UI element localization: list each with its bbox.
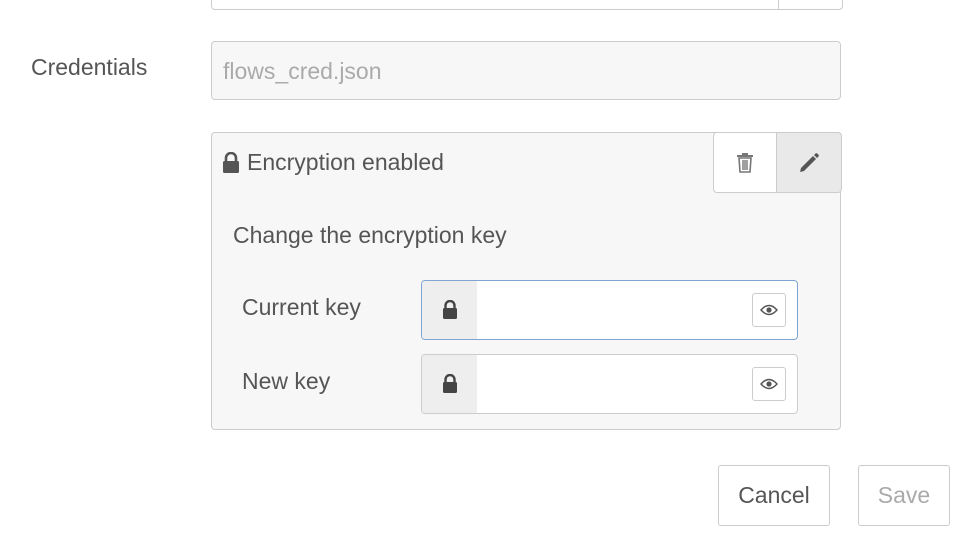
new-key-addon bbox=[422, 355, 477, 413]
show-current-key-button[interactable] bbox=[752, 293, 786, 327]
credentials-file-field[interactable]: flows_cred.json bbox=[211, 41, 841, 100]
new-key-field bbox=[421, 354, 798, 414]
show-new-key-button[interactable] bbox=[752, 367, 786, 401]
change-key-label: Change the encryption key bbox=[233, 222, 507, 248]
encryption-action-group bbox=[713, 132, 842, 193]
new-key-label: New key bbox=[242, 368, 331, 394]
current-key-input[interactable] bbox=[477, 281, 797, 339]
save-button[interactable]: Save bbox=[858, 465, 950, 526]
credentials-label: Credentials bbox=[31, 54, 148, 80]
lock-icon bbox=[442, 374, 457, 393]
lock-icon bbox=[223, 152, 239, 173]
cancel-button[interactable]: Cancel bbox=[718, 465, 830, 526]
lock-icon bbox=[442, 300, 457, 319]
delete-key-button[interactable] bbox=[713, 132, 777, 193]
encryption-status-title: Encryption enabled bbox=[247, 149, 444, 175]
trash-icon bbox=[737, 152, 753, 173]
previous-field-divider bbox=[778, 0, 779, 9]
current-key-addon bbox=[422, 281, 477, 339]
edit-key-button[interactable] bbox=[777, 132, 842, 193]
eye-icon bbox=[760, 304, 778, 316]
eye-icon bbox=[760, 378, 778, 390]
pencil-icon bbox=[800, 152, 819, 172]
new-key-input[interactable] bbox=[477, 355, 797, 413]
current-key-label: Current key bbox=[242, 294, 361, 320]
current-key-field bbox=[421, 280, 798, 340]
previous-field[interactable] bbox=[211, 0, 843, 10]
